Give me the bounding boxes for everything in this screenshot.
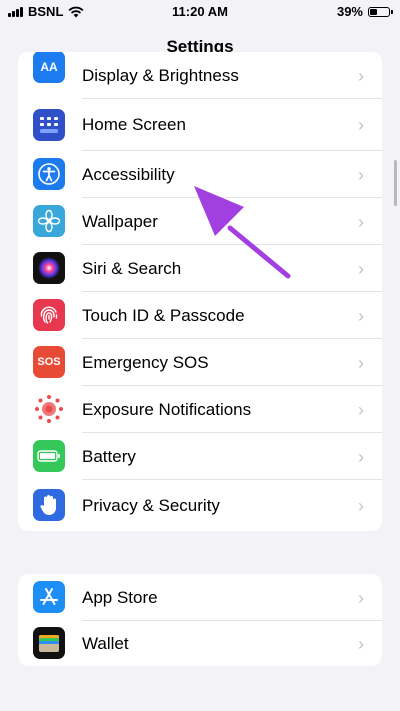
settings-row-wallpaper[interactable]: Wallpaper › [18, 198, 382, 245]
status-bar: BSNL 11:20 AM 39% [0, 0, 400, 26]
settings-row-home-screen[interactable]: Home Screen › [18, 99, 382, 151]
display-brightness-icon: AA [33, 52, 65, 83]
settings-row-label: Exposure Notifications [82, 400, 252, 419]
chevron-right-icon: › [358, 212, 364, 232]
wallpaper-icon [33, 205, 65, 237]
touch-id-icon [33, 299, 65, 331]
privacy-hand-icon [33, 489, 65, 521]
chevron-right-icon: › [358, 588, 364, 608]
settings-row-label: Home Screen [82, 115, 186, 134]
home-screen-icon [33, 109, 65, 141]
battery-status-icon [368, 6, 393, 17]
exposure-notifications-icon [33, 393, 65, 425]
settings-group-apps: App Store › Wallet › [18, 574, 382, 666]
settings-row-label: Wallpaper [82, 212, 158, 231]
settings-row-label: App Store [82, 588, 158, 607]
settings-row-label: Emergency SOS [82, 353, 209, 372]
chevron-right-icon: › [358, 259, 364, 279]
battery-percentage: 39% [336, 4, 363, 19]
settings-row-wallet[interactable]: Wallet › [18, 621, 382, 666]
settings-row-label: Privacy & Security [82, 496, 220, 515]
settings-row-label: Accessibility [82, 165, 175, 184]
settings-row-siri-search[interactable]: Siri & Search › [18, 245, 382, 292]
settings-row-label: Battery [82, 447, 136, 466]
settings-group-main: AA Display & Brightness › Home Screen › [18, 52, 382, 531]
settings-row-label: Touch ID & Passcode [82, 306, 245, 325]
chevron-right-icon: › [358, 306, 364, 326]
scroll-indicator[interactable] [394, 160, 397, 206]
settings-row-emergency-sos[interactable]: SOS Emergency SOS › [18, 339, 382, 386]
settings-row-privacy-security[interactable]: Privacy & Security › [18, 480, 382, 531]
siri-icon [33, 252, 65, 284]
chevron-right-icon: › [358, 496, 364, 516]
status-right: 39% [336, 4, 393, 19]
settings-row-label: Display & Brightness [82, 66, 239, 85]
chevron-right-icon: › [358, 165, 364, 185]
accessibility-icon [33, 158, 65, 190]
emergency-sos-icon: SOS [33, 346, 65, 378]
settings-row-exposure-notifications[interactable]: Exposure Notifications › [18, 386, 382, 433]
sos-badge-text: SOS [37, 356, 61, 368]
battery-fill [370, 8, 378, 15]
chevron-right-icon: › [358, 400, 364, 420]
settings-row-touch-id-passcode[interactable]: Touch ID & Passcode › [18, 292, 382, 339]
settings-row-accessibility[interactable]: Accessibility › [18, 151, 382, 198]
chevron-right-icon: › [358, 353, 364, 373]
settings-row-display-brightness[interactable]: AA Display & Brightness › [18, 52, 382, 99]
settings-row-app-store[interactable]: App Store › [18, 574, 382, 621]
battery-icon [33, 440, 65, 472]
settings-row-battery[interactable]: Battery › [18, 433, 382, 480]
settings-row-label: Siri & Search [82, 259, 182, 278]
chevron-right-icon: › [358, 634, 364, 654]
app-store-icon [33, 581, 65, 613]
chevron-right-icon: › [358, 66, 364, 86]
chevron-right-icon: › [358, 447, 364, 467]
settings-row-label: Wallet [82, 634, 129, 653]
wallet-icon [33, 627, 65, 659]
chevron-right-icon: › [358, 115, 364, 135]
